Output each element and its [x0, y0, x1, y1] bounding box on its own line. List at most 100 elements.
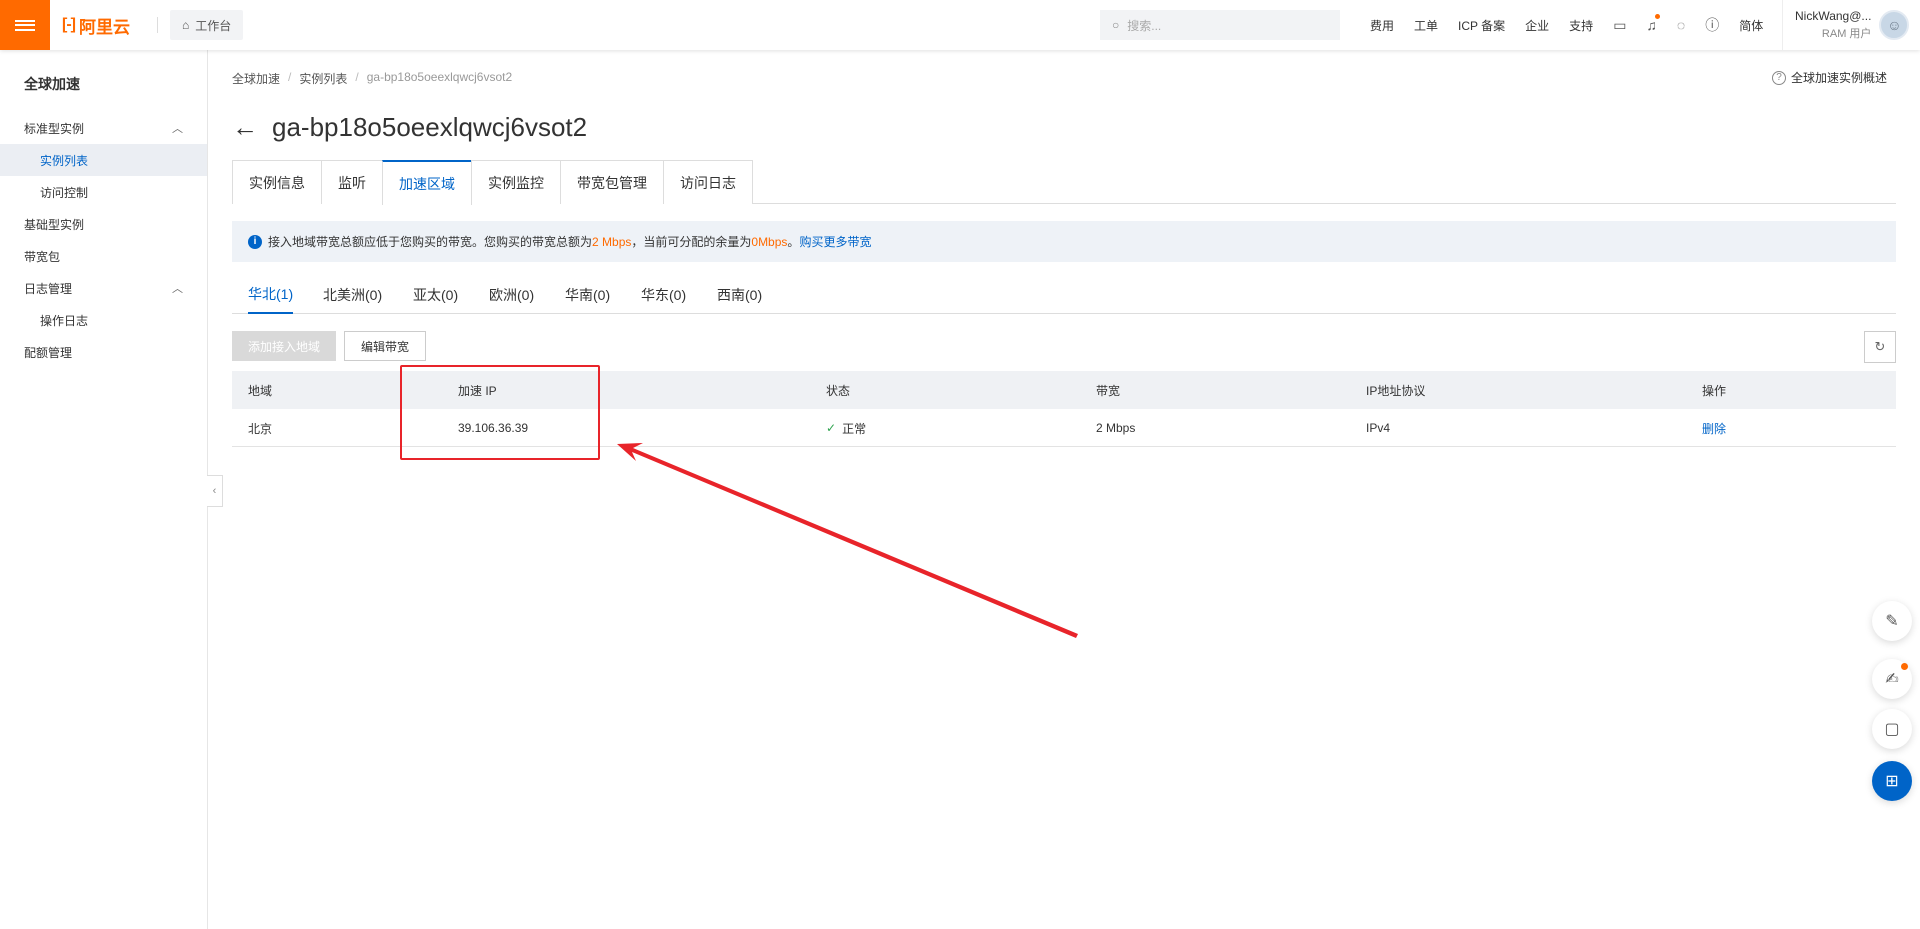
edit-bandwidth-button[interactable]: 编辑带宽 — [344, 331, 426, 361]
breadcrumb-item[interactable]: 全球加速 — [232, 70, 280, 87]
cell-bandwidth: 2 Mbps — [1096, 421, 1136, 435]
sidebar-title: 全球加速 — [24, 76, 80, 92]
chevron-up-icon: ︿ — [172, 283, 183, 295]
back-arrow-icon[interactable]: ← — [232, 112, 258, 142]
divider — [157, 17, 158, 33]
terminal-icon[interactable]: ▭ — [1613, 17, 1626, 34]
search-input[interactable]: ○ 搜索... — [1100, 10, 1340, 40]
region-tab-east-china[interactable]: 华东(0) — [641, 276, 686, 314]
feedback-icon[interactable]: ✍ — [1872, 659, 1912, 699]
column-header: 加速 IP — [458, 383, 497, 398]
table-header: 地域 加速 IP 状态 带宽 IP地址协议 操作 — [232, 371, 1896, 409]
workbench-label: 工作台 — [195, 18, 232, 33]
chevron-left-icon: ‹ — [212, 485, 217, 497]
overview-link[interactable]: ? 全球加速实例概述 — [1772, 69, 1887, 86]
tab-bandwidth-package[interactable]: 带宽包管理 — [560, 160, 664, 204]
notification-dot — [1654, 14, 1660, 19]
column-header: 带宽 — [1096, 383, 1121, 398]
top-nav-links: 费用 工单 ICP 备案 企业 支持 ▭ ♫ ◌ ⓘ 简体 — [1360, 0, 1773, 50]
sidebar-item-label: 操作日志 — [40, 313, 89, 328]
sidebar-item-label: 基础型实例 — [24, 217, 85, 232]
logo-mark: [-] — [62, 16, 76, 33]
nav-link-enterprise[interactable]: 企业 — [1525, 17, 1549, 34]
cell-region: 北京 — [248, 421, 273, 436]
sidebar-item-quota-management[interactable]: 配额管理 — [0, 336, 207, 368]
avatar[interactable]: ☺ — [1879, 10, 1910, 40]
notice-text: 接入地域带宽总额应低于您购买的带宽。您购买的带宽总额为 — [268, 235, 593, 249]
sidebar-item-label: 实例列表 — [40, 153, 89, 168]
edit-icon[interactable]: ✎ — [1872, 601, 1912, 641]
notice-bandwidth-total: 2 Mbps — [592, 234, 632, 249]
breadcrumb-current: ga-bp18o5oeexlqwcj6vsot2 — [366, 70, 513, 84]
sidebar-item-label: 配额管理 — [24, 345, 73, 360]
workbench-button[interactable]: ⌂ 工作台 — [170, 10, 244, 40]
table-row: 北京 39.106.36.39 ✓ 正常 2 Mbps IPv4 删除 — [232, 409, 1896, 447]
sidebar-item-label: 访问控制 — [40, 185, 89, 200]
tab-instance-monitoring[interactable]: 实例监控 — [471, 160, 561, 204]
nav-link-support[interactable]: 支持 — [1569, 17, 1593, 34]
region-tab-south-china[interactable]: 华南(0) — [565, 276, 610, 314]
sidebar-item-label: 带宽包 — [24, 249, 61, 264]
sidebar-item-basic-instance[interactable]: 基础型实例 — [0, 208, 207, 240]
sidebar-item-access-control[interactable]: 访问控制 — [0, 176, 207, 208]
column-header: 地域 — [248, 383, 273, 398]
notification-dot — [1901, 663, 1908, 670]
search-placeholder: 搜索... — [1127, 18, 1162, 33]
sidebar-item-instance-list[interactable]: 实例列表 — [0, 144, 207, 176]
region-tab-europe[interactable]: 欧洲(0) — [489, 276, 534, 314]
region-tab-north-china[interactable]: 华北(1) — [248, 276, 294, 314]
language-switch[interactable]: 简体 — [1739, 17, 1763, 34]
breadcrumb-item[interactable]: 实例列表 — [299, 70, 347, 87]
nav-link-billing[interactable]: 费用 — [1370, 17, 1394, 34]
buy-bandwidth-link[interactable]: 购买更多带宽 — [799, 233, 871, 250]
sidebar-item-standard-instance[interactable]: 标准型实例 ︿ — [0, 112, 207, 144]
instance-tabs: 实例信息 监听 加速区域 实例监控 带宽包管理 访问日志 — [232, 160, 1896, 205]
user-name: NickWang@... — [1795, 9, 1872, 23]
sidebar-item-label: 日志管理 — [24, 281, 73, 296]
column-header: 状态 — [826, 383, 851, 398]
sidebar-collapse-button[interactable]: ‹ — [207, 475, 223, 507]
region-tab-north-america[interactable]: 北美洲(0) — [323, 276, 382, 314]
breadcrumb: 全球加速 / 实例列表 / ga-bp18o5oeexlqwcj6vsot2 — [232, 70, 520, 87]
sidebar-item-bandwidth-package[interactable]: 带宽包 — [0, 240, 207, 272]
bulb-icon[interactable]: ◌ — [1677, 17, 1685, 33]
notice-text: ，当前可分配的余量为 — [631, 235, 752, 249]
breadcrumb-separator: / — [288, 70, 292, 84]
user-info: NickWang@... RAM 用户 — [1795, 9, 1871, 41]
help-icon: ? — [1772, 70, 1786, 85]
user-menu[interactable]: NickWang@... RAM 用户 ☺ — [1782, 0, 1910, 50]
overview-label: 全球加速实例概述 — [1791, 71, 1888, 85]
menu-button[interactable] — [0, 0, 50, 50]
user-role: RAM 用户 — [1821, 28, 1872, 40]
sidebar-item-log-management[interactable]: 日志管理 ︿ — [0, 272, 207, 304]
refresh-icon[interactable]: ↻ — [1864, 331, 1896, 363]
chevron-up-icon: ︿ — [172, 123, 183, 135]
bandwidth-notice: i 接入地域带宽总额应低于您购买的带宽。您购买的带宽总额为 2 Mbps ，当前… — [232, 221, 1896, 262]
tab-acceleration-region[interactable]: 加速区域 — [382, 160, 472, 205]
sidebar-item-label: 标准型实例 — [24, 121, 85, 136]
check-icon: ✓ — [826, 421, 837, 435]
home-icon: ⌂ — [182, 18, 190, 32]
apps-icon[interactable]: ⊞ — [1872, 761, 1912, 801]
chat-icon[interactable]: ▢ — [1872, 709, 1912, 749]
aliyun-logo[interactable]: [-] 阿里云 — [62, 14, 130, 37]
info-icon: i — [248, 234, 262, 249]
sidebar: 全球加速 标准型实例 ︿ 实例列表 访问控制 基础型实例 带宽包 日志管理 ︿ … — [0, 50, 208, 929]
nav-link-icp[interactable]: ICP 备案 — [1458, 17, 1505, 34]
breadcrumb-separator: / — [355, 70, 359, 84]
region-tabs: 华北(1) 北美洲(0) 亚太(0) 欧洲(0) 华南(0) 华东(0) 西南(… — [232, 276, 1896, 314]
sidebar-item-operation-log[interactable]: 操作日志 — [0, 304, 207, 336]
help-icon[interactable]: ⓘ — [1705, 15, 1719, 35]
region-tab-southwest[interactable]: 西南(0) — [717, 276, 762, 314]
add-region-button[interactable]: 添加接入地域 — [232, 331, 336, 361]
delete-link[interactable]: 删除 — [1702, 409, 1726, 447]
tab-instance-info[interactable]: 实例信息 — [232, 160, 322, 204]
region-table: 地域 加速 IP 状态 带宽 IP地址协议 操作 北京 39.106.36.39… — [232, 371, 1896, 447]
bell-icon[interactable]: ♫ — [1646, 14, 1660, 33]
nav-link-tickets[interactable]: 工单 — [1414, 17, 1438, 34]
cell-accelerate-ip: 39.106.36.39 — [458, 421, 529, 435]
notice-text: 。 — [787, 235, 800, 249]
tab-access-log[interactable]: 访问日志 — [663, 160, 753, 204]
tab-listener[interactable]: 监听 — [321, 160, 383, 204]
region-tab-asia-pacific[interactable]: 亚太(0) — [413, 276, 458, 314]
